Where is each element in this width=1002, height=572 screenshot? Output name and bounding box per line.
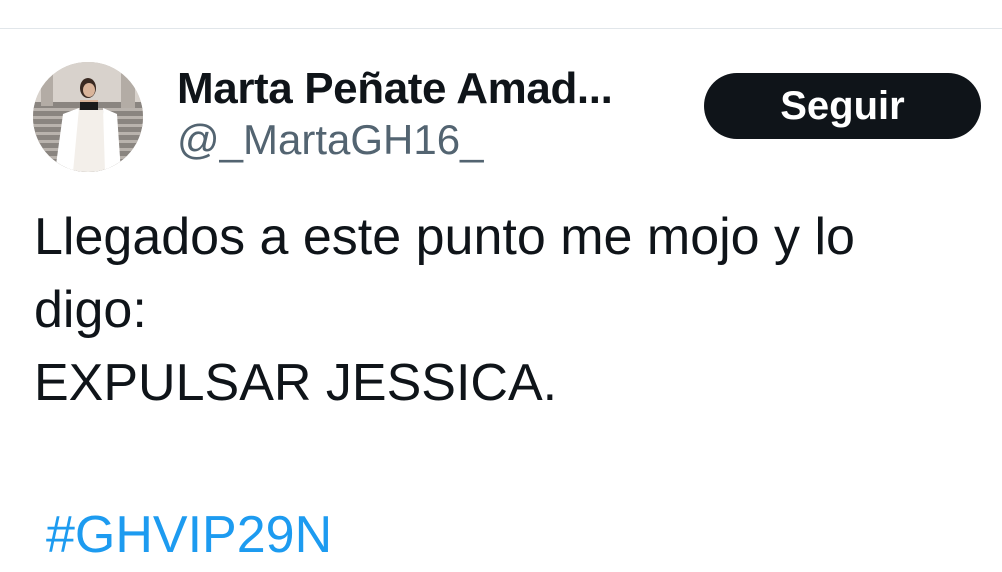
- tweet-text: Llegados a este punto me mojo y lo digo:…: [34, 201, 984, 420]
- avatar[interactable]: [33, 62, 143, 172]
- avatar-photo: [33, 62, 143, 172]
- follow-button[interactable]: Seguir: [704, 73, 981, 139]
- tweet: Marta Peñate Amad... @_MartaGH16_ Seguir…: [0, 29, 1002, 564]
- author-display-name[interactable]: Marta Peñate Amad...: [177, 63, 677, 115]
- hashtag-link[interactable]: #GHVIP29N: [46, 499, 332, 572]
- tweet-text-line: digo:: [34, 281, 147, 339]
- tweet-text-line: Llegados a este punto me mojo y lo: [34, 208, 855, 266]
- tweet-text-line: EXPULSAR JESSICA.: [34, 354, 558, 412]
- author-info: Marta Peñate Amad... @_MartaGH16_: [177, 63, 677, 165]
- author-handle[interactable]: @_MartaGH16_: [177, 115, 677, 165]
